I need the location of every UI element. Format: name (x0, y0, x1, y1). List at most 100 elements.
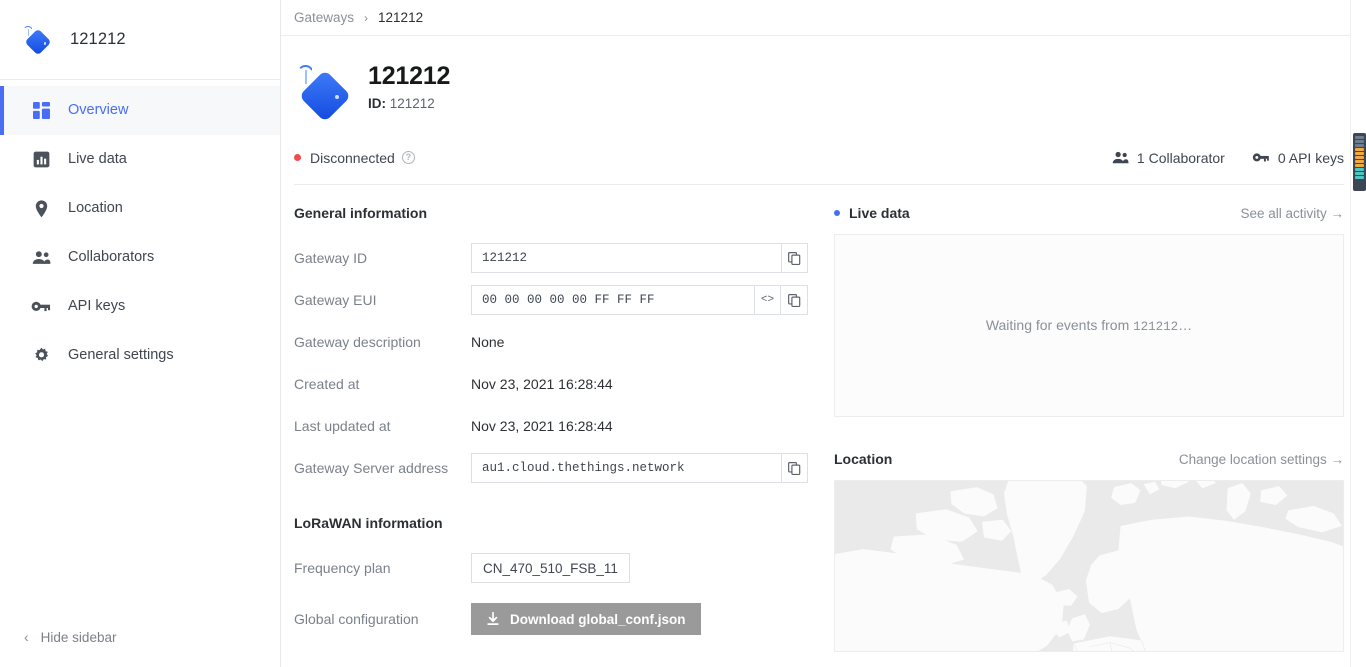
right-column: Live data See all activity → Waiting for… (834, 205, 1344, 652)
field-last-updated-at: Last updated at Nov 23, 2021 16:28:44 (294, 405, 814, 447)
general-information-heading: General information (294, 205, 814, 221)
gateway-eui-input-group: 00 00 00 00 00 FF FF FF <> (471, 285, 808, 315)
code-brackets-icon[interactable]: <> (754, 285, 781, 315)
gateway-diamond-icon (294, 64, 350, 120)
key-icon (30, 297, 52, 317)
status-dot-icon (294, 154, 301, 161)
sidebar-item-general-settings[interactable]: General settings (0, 331, 280, 380)
live-data-header: Live data See all activity → (834, 205, 1344, 221)
location-map[interactable] (834, 480, 1344, 652)
live-data-title-wrap: Live data (834, 205, 910, 221)
sidebar-item-label: Overview (68, 103, 128, 118)
question-circle-icon[interactable]: ? (402, 151, 415, 164)
entity-text: 121212 ID: 121212 (368, 62, 450, 111)
sidebar-item-collaborators[interactable]: Collaborators (0, 233, 280, 282)
people-icon (1112, 151, 1129, 164)
sidebar-item-live-data[interactable]: Live data (0, 135, 280, 184)
gateway-diamond-icon (22, 25, 52, 55)
hide-sidebar-label: Hide sidebar (41, 630, 117, 645)
collaborators-label: 1 Collaborator (1137, 150, 1225, 166)
download-button-label: Download global_conf.json (510, 612, 686, 627)
hide-sidebar-button[interactable]: ‹ Hide sidebar (0, 607, 280, 667)
location-header: Location Change location settings → (834, 451, 1344, 467)
gateway-id-input-group: 121212 (471, 243, 808, 273)
vertical-scrollbar-thumb[interactable] (1353, 133, 1366, 191)
chevron-left-icon: ‹ (24, 630, 29, 644)
world-map (835, 480, 1343, 652)
field-gateway-id: Gateway ID 121212 (294, 237, 814, 279)
sidebar-item-label: API keys (68, 299, 125, 314)
breadcrumb-root[interactable]: Gateways (294, 10, 354, 25)
app-root: 121212 Overview (0, 0, 1366, 667)
sidebar-item-location[interactable]: Location (0, 184, 280, 233)
page-title: 121212 (368, 62, 450, 91)
sidebar-item-overview[interactable]: Overview (0, 86, 280, 135)
main-content: Gateways › 121212 121212 ID: 121212 (281, 0, 1366, 667)
sidebar-item-label: Location (68, 201, 123, 216)
copy-icon[interactable] (781, 243, 808, 273)
field-value: Nov 23, 2021 16:28:44 (471, 418, 613, 434)
location-title-wrap: Location (834, 451, 892, 467)
sidebar: 121212 Overview (0, 0, 281, 667)
field-label: Gateway EUI (294, 292, 471, 308)
server-address-input[interactable]: au1.cloud.thethings.network (471, 453, 781, 483)
live-data-panel: Waiting for events from 121212… (834, 234, 1344, 417)
field-label: Global configuration (294, 611, 471, 627)
field-label: Created at (294, 376, 471, 392)
api-keys-count[interactable]: 0 API keys (1252, 150, 1344, 166)
field-global-configuration: Global configuration Download global_con… (294, 598, 814, 640)
status-label: Disconnected (310, 150, 395, 166)
sidebar-item-label: General settings (68, 348, 174, 363)
download-global-conf-button[interactable]: Download global_conf.json (471, 603, 701, 635)
entity-header: 121212 ID: 121212 (281, 36, 1366, 120)
see-all-activity-link[interactable]: See all activity → (1240, 206, 1344, 221)
field-label: Gateway description (294, 334, 471, 350)
status-meta: 1 Collaborator 0 API keys (1112, 150, 1344, 166)
copy-icon[interactable] (781, 285, 808, 315)
gateway-eui-input[interactable]: 00 00 00 00 00 FF FF FF (471, 285, 754, 315)
entity-id-value: 121212 (390, 96, 435, 111)
sidebar-nav: Overview Live data (0, 80, 280, 607)
server-address-input-group: au1.cloud.thethings.network (471, 453, 808, 483)
copy-icon[interactable] (781, 453, 808, 483)
breadcrumb: Gateways › 121212 (281, 0, 1366, 36)
field-created-at: Created at Nov 23, 2021 16:28:44 (294, 363, 814, 405)
grid-icon (30, 101, 52, 121)
key-icon (1252, 151, 1270, 164)
live-data-empty-suffix: … (1178, 317, 1192, 333)
field-value: None (471, 334, 504, 350)
content-columns: General information Gateway ID 121212 (281, 185, 1366, 652)
frequency-plan-value: CN_470_510_FSB_11 (471, 553, 630, 583)
sidebar-header: 121212 (0, 0, 280, 80)
api-keys-label: 0 API keys (1278, 150, 1344, 166)
sidebar-item-label: Live data (68, 152, 127, 167)
live-status-dot-icon (834, 210, 840, 216)
live-data-empty-message: Waiting for events from 121212… (986, 317, 1192, 334)
lorawan-information-heading: LoRaWAN information (294, 515, 814, 531)
entity-id: ID: 121212 (368, 96, 450, 111)
pin-icon (30, 199, 52, 219)
field-label: Gateway Server address (294, 460, 471, 476)
change-location-settings-link[interactable]: Change location settings → (1179, 452, 1344, 467)
vertical-scrollbar-track[interactable] (1350, 0, 1366, 667)
field-gateway-server-address: Gateway Server address au1.cloud.thethin… (294, 447, 814, 489)
live-data-empty-prefix: Waiting for events from (986, 317, 1129, 333)
sidebar-title: 121212 (70, 30, 126, 49)
gateway-id-input[interactable]: 121212 (471, 243, 781, 273)
field-label: Gateway ID (294, 250, 471, 266)
people-icon (30, 248, 52, 268)
general-information-column: General information Gateway ID 121212 (294, 205, 814, 652)
live-data-empty-entity: 121212 (1133, 320, 1178, 334)
entity-id-prefix: ID: (368, 96, 386, 111)
sidebar-item-label: Collaborators (68, 250, 154, 265)
field-label: Frequency plan (294, 560, 471, 576)
location-title: Location (834, 451, 892, 467)
live-data-title: Live data (849, 205, 910, 221)
field-label: Last updated at (294, 418, 471, 434)
sidebar-item-api-keys[interactable]: API keys (0, 282, 280, 331)
collaborators-count[interactable]: 1 Collaborator (1112, 150, 1225, 166)
field-gateway-eui: Gateway EUI 00 00 00 00 00 FF FF FF <> (294, 279, 814, 321)
status-row: Disconnected ? 1 Collaborator (294, 141, 1344, 185)
status-badge: Disconnected ? (294, 150, 415, 166)
field-frequency-plan: Frequency plan CN_470_510_FSB_11 (294, 547, 814, 589)
